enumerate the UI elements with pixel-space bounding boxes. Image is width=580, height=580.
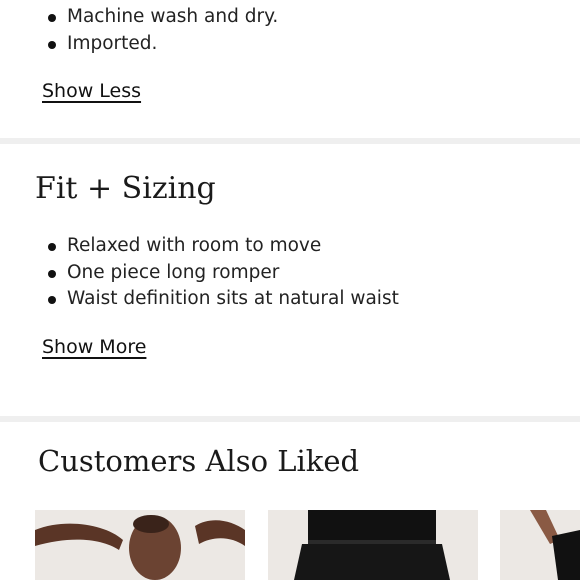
section-divider [0, 416, 580, 422]
section-divider [0, 138, 580, 144]
show-more-link[interactable]: Show More [42, 336, 146, 358]
details-bullet-item: Imported. [46, 31, 278, 58]
fit-sizing-title: Fit + Sizing [35, 171, 216, 206]
fit-sizing-bullet-item: Waist definition sits at natural waist [46, 286, 399, 313]
show-less-link[interactable]: Show Less [42, 80, 141, 102]
product-card[interactable] [500, 510, 580, 580]
product-image [35, 510, 245, 580]
details-bullet-item: Machine wash and dry. [46, 4, 278, 31]
product-card[interactable] [35, 510, 245, 580]
details-bullet-list: Machine wash and dry. Imported. [46, 4, 278, 57]
fit-sizing-bullet-item: One piece long romper [46, 260, 399, 287]
fit-sizing-bullet-item: Relaxed with room to move [46, 233, 399, 260]
product-image [500, 510, 580, 580]
product-image [268, 510, 478, 580]
customers-also-liked-title: Customers Also Liked [38, 444, 360, 478]
product-card[interactable] [268, 510, 478, 580]
fit-sizing-bullet-list: Relaxed with room to move One piece long… [46, 233, 399, 313]
